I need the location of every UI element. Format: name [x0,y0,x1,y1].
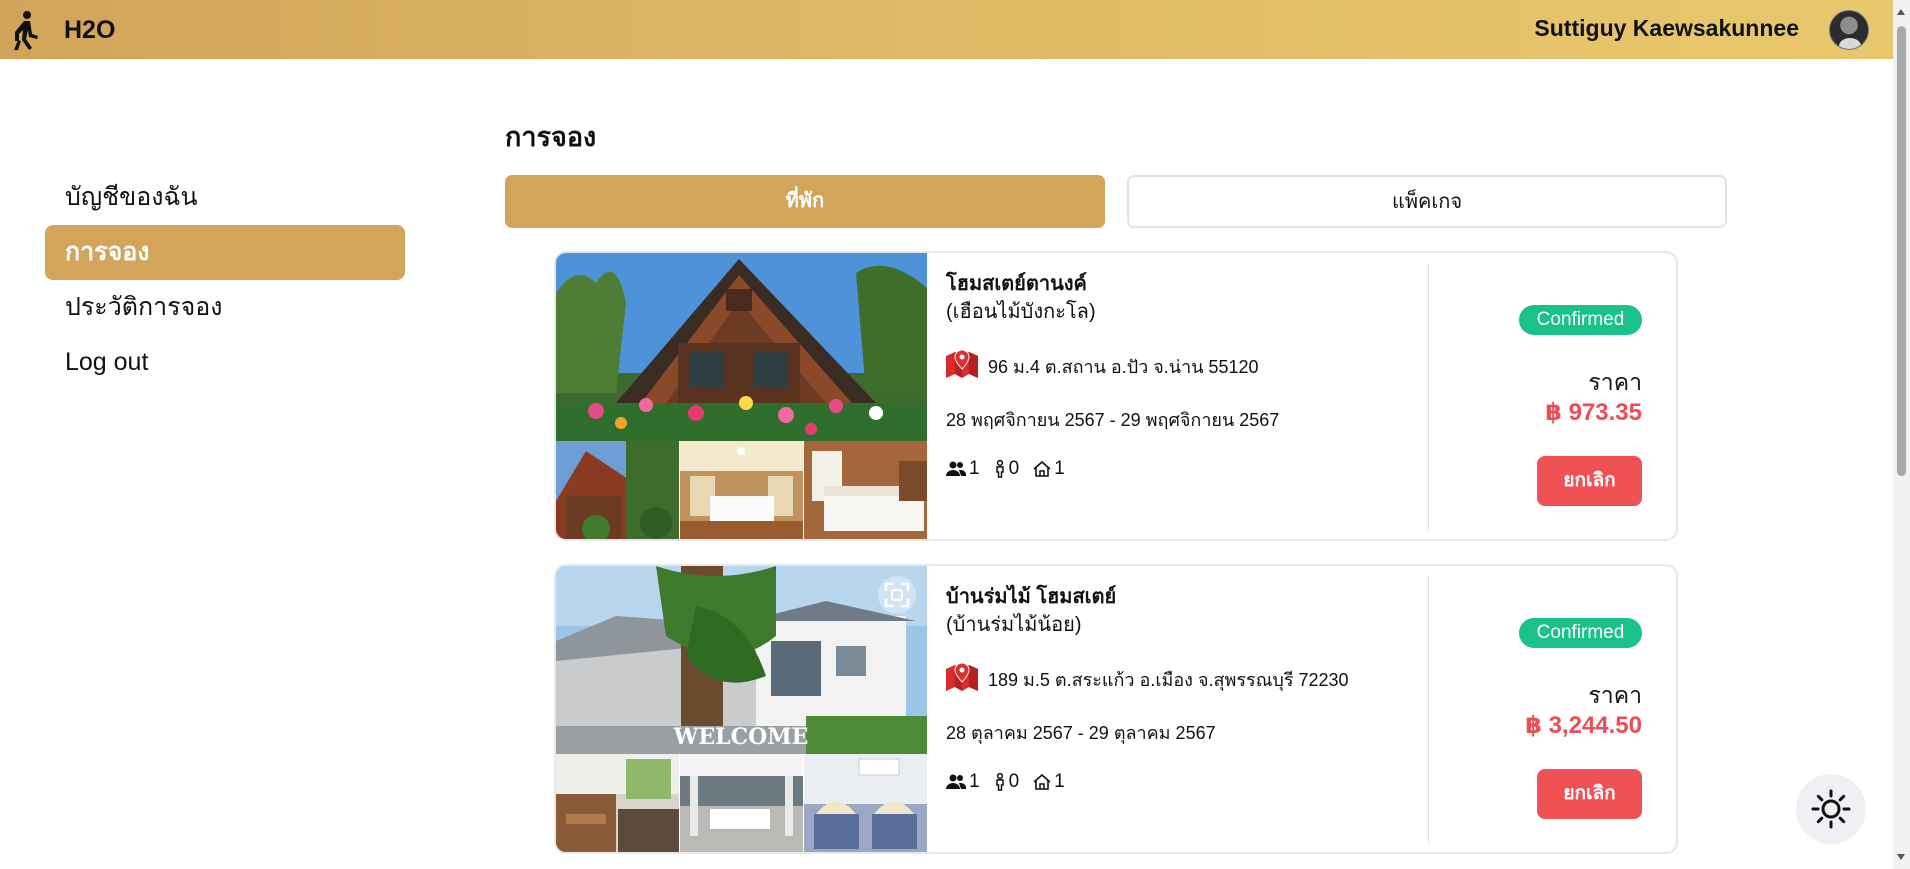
status-badge: Confirmed [1519,618,1642,648]
property-address: 96 ม.4 ต.สถาน อ.ปัว จ.น่าน 55120 [988,357,1259,377]
cancel-button[interactable]: ยกเลิก [1537,456,1642,506]
card-divider [1428,576,1429,844]
booking-card: โฮมสเตย์ตานงค์ (เฮือนไม้บังกะโล) 96 ม.4 … [554,251,1678,541]
children-value: 0 [1008,771,1020,792]
room-name: (เฮือนไม้บังกะโล) [946,301,1096,323]
sidebar-item-logout[interactable]: Log out [45,335,405,390]
adults-count: 1 [946,458,980,480]
children-count: 0 [994,771,1020,793]
price-value: ฿ 3,244.50 [1525,712,1642,739]
map-pin-icon [946,349,978,378]
booking-info: บ้านร่มไม้ โฮมสเตย์ (บ้านร่มไม้น้อย) 189… [946,566,1426,852]
tab-accommodation[interactable]: ที่พัก [505,175,1105,228]
stay-dates: 28 ตุลาคม 2567 - 29 ตุลาคม 2567 [946,723,1216,743]
map-pin-icon [946,662,978,691]
child-icon [995,460,1004,478]
room-name: (บ้านร่มไม้น้อย) [946,614,1082,636]
photo-gallery[interactable] [556,253,927,539]
thumbnail-photo[interactable] [556,754,679,852]
adults-value: 1 [969,458,980,479]
adults-value: 1 [969,771,980,792]
thumbnail-photo[interactable] [680,441,803,539]
main-photo[interactable]: WELCOME [556,566,927,754]
brand-name[interactable]: H2O [64,16,115,45]
booking-info: โฮมสเตย์ตานงค์ (เฮือนไม้บังกะโล) 96 ม.4 … [946,253,1426,539]
status-badge: Confirmed [1519,305,1642,335]
main-photo[interactable] [556,253,927,441]
thumbnail-photo[interactable] [804,754,927,852]
adults-count: 1 [946,771,980,793]
expand-icon[interactable] [878,576,916,614]
house-icon [1033,774,1051,790]
children-count: 0 [994,458,1020,480]
photo-gallery[interactable]: WELCOME [556,566,927,852]
scroll-down-icon[interactable] [1897,854,1905,860]
sidebar-nav: บัญชีของฉัน การจอง ประวัติการจอง Log out [45,170,405,390]
theme-toggle-button[interactable] [1796,774,1866,844]
price-value: ฿ 973.35 [1545,399,1642,426]
user-name[interactable]: Suttiguy Kaewsakunnee [1534,15,1799,42]
stay-dates: 28 พฤศจิกายน 2567 - 29 พฤศจิกายน 2567 [946,410,1280,430]
top-header: H2O Suttiguy Kaewsakunnee [0,0,1893,59]
price-label: ราคา [1588,682,1642,708]
house-icon [1033,461,1051,477]
tab-package[interactable]: แพ็คเกจ [1127,175,1727,228]
price-label: ราคา [1588,369,1642,395]
rooms-count: 1 [1033,458,1065,480]
guest-summary: 1 0 1 [946,770,1079,794]
property-address: 189 ม.5 ต.สระแก้ว อ.เมือง จ.สุพรรณบุรี 7… [988,670,1349,690]
rooms-value: 1 [1054,458,1065,479]
child-icon [995,773,1004,791]
rooms-count: 1 [1033,771,1065,793]
thumbnail-photo[interactable] [556,441,679,539]
sun-icon [1811,789,1851,829]
welcome-sign-text: WELCOME [673,724,809,750]
scroll-up-icon[interactable] [1897,9,1905,15]
scroll-thumb[interactable] [1897,26,1906,476]
thumbnail-photo[interactable] [804,441,927,539]
guest-summary: 1 0 1 [946,457,1079,481]
walking-person-icon[interactable] [10,10,40,52]
users-icon [946,461,966,476]
card-divider [1428,263,1429,531]
users-icon [946,774,966,789]
thumbnail-photo[interactable] [680,754,803,852]
children-value: 0 [1008,458,1020,479]
avatar[interactable] [1829,10,1869,50]
page-scrollbar[interactable] [1893,0,1910,869]
page-title: การจอง [505,122,597,152]
sidebar-item-booking-history[interactable]: ประวัติการจอง [45,280,405,335]
sidebar-item-my-account[interactable]: บัญชีของฉัน [45,170,405,225]
sidebar-item-bookings[interactable]: การจอง [45,225,405,280]
booking-card: WELCOME บ้านร่มไม้ โฮมสเตย์ (บ้านร่มไม้น… [554,564,1678,854]
rooms-value: 1 [1054,771,1065,792]
cancel-button[interactable]: ยกเลิก [1537,769,1642,819]
